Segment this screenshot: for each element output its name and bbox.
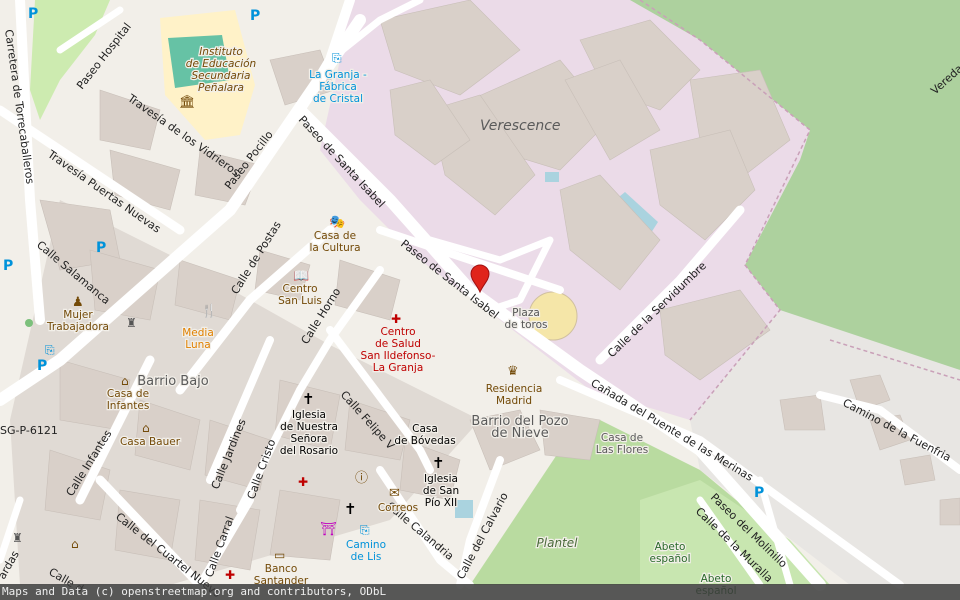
parking-icon: P <box>28 6 38 22</box>
place-label-line: Señora <box>291 433 328 445</box>
castle-icon: ♜ <box>12 531 23 545</box>
place-label-line: Pío XII <box>425 497 457 509</box>
map-canvas[interactable]: Paseo Hospital Travesía de los Vidrieros… <box>0 0 960 600</box>
place-label-casa-cultura: Casa de la Cultura <box>309 230 360 254</box>
place-label-line: Peñalara <box>198 82 244 94</box>
place-label-line: Las Flores <box>596 444 649 456</box>
hospital-icon: ✚ <box>391 312 401 326</box>
library-icon: 📖 <box>293 269 309 284</box>
info-icon: ⓘ <box>355 471 368 486</box>
place-label-line: Infantes <box>107 400 150 412</box>
label-road-ref: SG-P-6121 <box>0 424 58 437</box>
place-label-line: Centro <box>380 326 415 338</box>
place-label-line: de San <box>423 485 459 497</box>
water-basin-small <box>545 172 559 182</box>
place-label-iglesia-pio: Iglesia de San Pío XII <box>423 473 459 509</box>
parking-icon: P <box>250 8 260 24</box>
pharmacy-icon: ✚ <box>298 475 308 489</box>
place-label-line: Iglesia <box>292 409 326 421</box>
bank-icon: ▭ <box>274 548 285 562</box>
place-label-line: Mujer <box>63 309 93 321</box>
place-label-casa-flores: Casa de Las Flores <box>596 432 649 456</box>
place-label-residencia-madrid: Residencia Madrid <box>486 383 543 407</box>
place-label-line: Luna <box>185 339 210 351</box>
museum-icon: 🏛 <box>179 94 196 110</box>
water-basin-pio <box>455 500 473 518</box>
place-label-line: Trabajadora <box>46 321 109 333</box>
place-label-line: la Cultura <box>309 242 360 254</box>
place-label-line: La Granja <box>373 362 424 374</box>
bus-stop-icon: ⎘ <box>45 343 55 357</box>
place-label-line: La Granja - <box>309 69 367 81</box>
building-icon: ⌂ <box>71 537 79 551</box>
place-label-casa-infantes: Casa de Infantes <box>107 388 150 412</box>
place-label-correos: Correos <box>378 502 418 514</box>
restaurant-icon: 🍴 <box>201 303 217 319</box>
castle-icon: ♜ <box>126 316 137 330</box>
place-label-line: español <box>649 553 690 565</box>
memorial-icon: ♟ <box>72 295 84 310</box>
place-label-line: de Bóvedas <box>394 435 455 447</box>
place-label-line: Madrid <box>496 395 532 407</box>
playground-icon: ⛩ <box>320 521 337 537</box>
place-label-line: Camino <box>346 539 386 551</box>
place-label-line: Casa de <box>107 388 149 400</box>
place-label-line: Centro <box>282 283 317 295</box>
place-label-line: Abeto <box>655 541 686 553</box>
place-label-camino-lis: Camino de Lis <box>346 539 386 563</box>
place-label-line: de Nieve <box>491 426 548 441</box>
tree-dot-icon <box>25 319 33 327</box>
place-label-line: de Salud <box>375 338 421 350</box>
place-label-line: Secundaria <box>192 70 251 82</box>
church-icon: ✝ <box>302 390 315 408</box>
parking-icon: P <box>37 358 47 374</box>
place-label-plantel: Plantel <box>537 536 579 550</box>
building-icon: ⌂ <box>121 374 129 388</box>
place-label-media-luna: Media Luna <box>182 327 214 351</box>
pharmacy-icon: ✚ <box>225 568 235 582</box>
parking-icon: P <box>96 240 106 256</box>
place-label-line: Iglesia <box>424 473 458 485</box>
place-label-line: del Rosario <box>280 445 338 457</box>
area-label-verescence: Verescence <box>480 118 561 134</box>
place-label-line: de Cristal <box>313 93 363 105</box>
place-label-line: Plantel <box>537 536 579 550</box>
place-label-line: Correos <box>378 502 418 514</box>
place-label-line: Plaza <box>512 307 540 319</box>
place-label-line: Banco <box>265 563 298 575</box>
parking-icon: P <box>754 485 764 501</box>
place-label-line: Casa Bauer <box>120 436 181 448</box>
place-label-abeto-1: Abeto español <box>649 541 690 565</box>
place-label-line: Casa de <box>314 230 356 242</box>
place-label-line: Media <box>182 327 214 339</box>
place-label-line: Barrio Bajo <box>137 374 209 389</box>
place-label-line: de Nuestra <box>280 421 338 433</box>
place-label-barrio-bajo: Barrio Bajo <box>137 374 209 389</box>
place-label-line: Casa <box>412 423 438 435</box>
place-label-line: Instituto <box>199 46 243 58</box>
building-icon: ⌂ <box>142 421 150 435</box>
map-attribution[interactable]: Maps and Data (c) openstreetmap.org and … <box>0 584 960 600</box>
bus-stop-icon: ⎘ <box>332 51 342 65</box>
place-label-line: San Luis <box>278 295 322 307</box>
church-icon: ✝ <box>344 500 357 518</box>
place-label-centro-salud: Centro de Salud San Ildefonso-La Granja <box>361 326 436 374</box>
place-label-line: de Lis <box>351 551 382 563</box>
place-label-centro-san-luis: Centro San Luis <box>278 283 322 307</box>
place-label-line: Residencia <box>486 383 543 395</box>
post-icon: ✉ <box>389 486 400 501</box>
theatre-icon: 🎭 <box>329 215 345 230</box>
parking-icon: P <box>3 258 13 274</box>
place-label-line: Casa de <box>601 432 643 444</box>
residence-icon: ♛ <box>507 364 519 379</box>
place-label-line: Fábrica <box>319 81 357 93</box>
bus-stop-icon: ⎘ <box>360 523 370 537</box>
place-label-casa-bauer: Casa Bauer <box>120 436 181 448</box>
place-label-line: de Educación <box>186 58 256 70</box>
church-icon: ✝ <box>432 454 445 472</box>
place-label-line: San Ildefonso- <box>361 350 436 362</box>
place-label-line: de toros <box>505 319 548 331</box>
